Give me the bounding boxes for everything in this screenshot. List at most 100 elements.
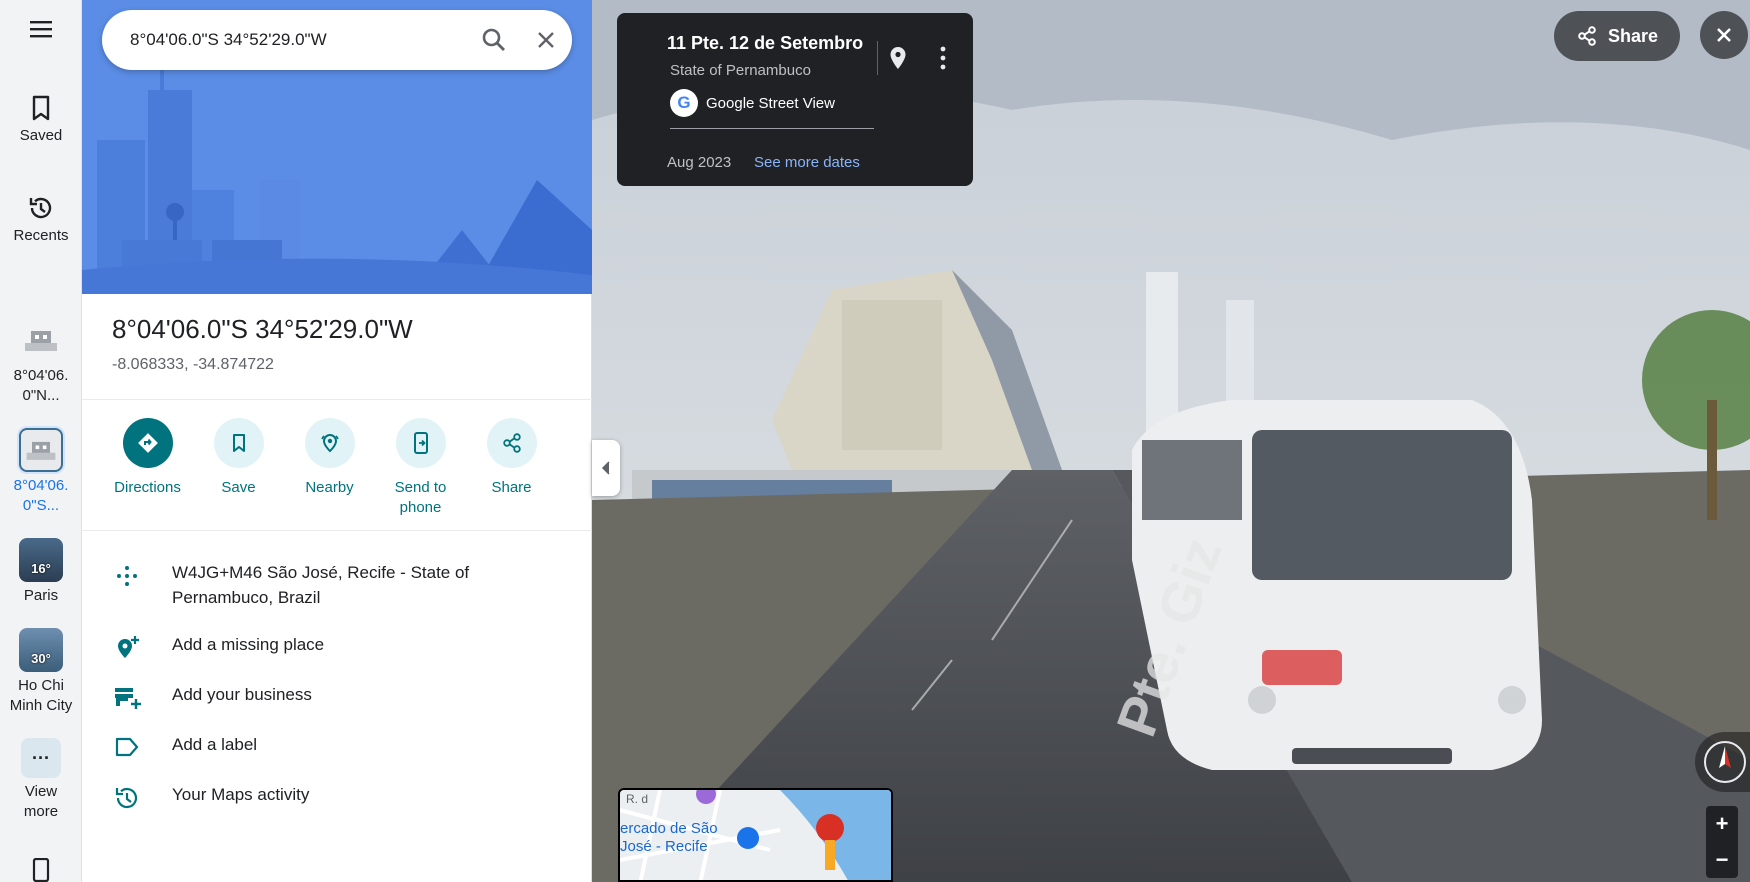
recent-item-label: Ho Chi Minh City xyxy=(9,677,73,714)
phone-button[interactable] xyxy=(0,858,82,882)
recent-item-ho-chi-minh[interactable]: 30° Ho Chi Minh City xyxy=(0,628,82,716)
recent-item[interactable]: 8°04'06. 0"N... xyxy=(0,318,82,406)
nearby-icon xyxy=(320,433,339,453)
building-icon xyxy=(25,331,57,351)
add-business-icon xyxy=(82,682,172,712)
recent-item-label: Paris xyxy=(23,587,59,604)
plus-code-icon xyxy=(82,560,172,590)
compass-button[interactable] xyxy=(1695,732,1750,792)
share-button[interactable]: Share xyxy=(466,418,557,518)
hamburger-icon xyxy=(30,21,52,38)
recent-item-paris[interactable]: 16° Paris xyxy=(0,538,82,606)
saved-button[interactable]: Saved xyxy=(0,94,82,146)
add-business-row[interactable]: Add your business xyxy=(82,682,592,712)
recent-item-label: 8°04'06. 0"N... xyxy=(13,367,69,404)
send-to-phone-circle xyxy=(395,418,446,468)
add-label-row[interactable]: Add a label xyxy=(82,732,592,760)
close-icon xyxy=(538,32,554,48)
add-missing-place-row[interactable]: Add a missing place xyxy=(82,632,592,662)
action-label: Nearby xyxy=(305,479,354,496)
left-rail: Saved Recents 8°04'06. 0"N... 8°04'06. 0… xyxy=(0,0,82,882)
zoom-controls: + − xyxy=(1706,806,1738,878)
add-label-text: Add a label xyxy=(172,735,258,754)
history-icon xyxy=(82,782,172,812)
divider xyxy=(82,399,592,400)
directions-circle xyxy=(122,418,173,468)
divider xyxy=(82,530,592,531)
more-vert-icon xyxy=(940,46,946,70)
capture-date: Aug 2023 xyxy=(667,154,732,171)
maps-activity-row[interactable]: Your Maps activity xyxy=(82,782,592,812)
see-more-dates-link[interactable]: See more dates xyxy=(754,154,860,171)
mini-map[interactable]: ercado de São José - Recife R. d xyxy=(618,788,893,882)
recent-item-label: 8°04'06. 0"S... xyxy=(13,477,69,514)
street-view-title: 11 Pte. 12 de Setembro xyxy=(667,33,864,53)
chevron-left-icon xyxy=(601,461,610,475)
zoom-out-button[interactable]: − xyxy=(1706,842,1738,878)
add-missing-place-text: Add a missing place xyxy=(172,635,325,654)
history-icon xyxy=(29,197,52,219)
bookmark-icon xyxy=(32,95,50,121)
share-icon xyxy=(1578,26,1596,46)
directions-button[interactable]: Directions xyxy=(102,418,193,518)
saved-label: Saved xyxy=(19,127,63,144)
street-view-share-button[interactable]: Share xyxy=(1554,11,1680,61)
ho-chi-minh-thumbnail: 30° xyxy=(19,628,63,672)
action-label: Send to phone xyxy=(394,479,447,516)
building-icon xyxy=(26,441,56,460)
weather-badge: 30° xyxy=(31,651,51,666)
directions-icon xyxy=(137,433,158,453)
place-panel: 8°04'06.0"S 34°52'29.0"W 8°04'06.0"S 34°… xyxy=(82,0,592,882)
recents-button[interactable]: Recents xyxy=(0,194,82,246)
zoom-in-button[interactable]: + xyxy=(1706,806,1738,842)
maps-activity-text: Your Maps activity xyxy=(172,785,310,804)
hero-illustration: 8°04'06.0"S 34°52'29.0"W xyxy=(82,0,592,294)
more-icon: ··· xyxy=(21,738,61,778)
card-divider xyxy=(670,128,874,129)
nearby-button[interactable]: Nearby xyxy=(284,418,375,518)
collapse-panel-button[interactable] xyxy=(592,440,620,496)
menu-button[interactable] xyxy=(0,18,82,40)
paris-thumbnail: 16° xyxy=(19,538,63,582)
weather-badge: 16° xyxy=(31,561,51,576)
recent-item-active[interactable]: 8°04'06. 0"S... xyxy=(0,428,82,516)
view-more-label: View more xyxy=(23,783,59,820)
label-icon xyxy=(82,732,172,760)
action-label: Directions xyxy=(114,479,181,496)
recent-thumbnail xyxy=(19,318,63,362)
share-icon xyxy=(502,433,521,453)
nearby-circle xyxy=(304,418,355,468)
add-place-icon xyxy=(82,632,172,662)
phone-icon xyxy=(32,858,50,882)
close-street-view-button[interactable] xyxy=(1700,11,1748,59)
save-circle xyxy=(213,418,264,468)
compass-icon xyxy=(1704,741,1746,783)
location-pin-icon xyxy=(890,47,905,69)
plus-code-text: W4JG+M46 São José, Recife - State of Per… xyxy=(172,563,470,607)
mini-map-road-label: R. d xyxy=(626,792,649,806)
send-to-phone-button[interactable]: Send to phone xyxy=(375,418,466,518)
search-input[interactable]: 8°04'06.0"S 34°52'29.0"W xyxy=(130,30,468,50)
clear-search-button[interactable] xyxy=(520,14,572,66)
share-label: Share xyxy=(1607,25,1659,46)
more-options-button[interactable] xyxy=(937,45,949,75)
action-bar: Directions Save Nearby Send to phone Sha… xyxy=(102,418,572,518)
plus-code-row[interactable]: W4JG+M46 São José, Recife - State of Per… xyxy=(82,560,592,610)
add-business-text: Add your business xyxy=(172,685,312,704)
action-label: Share xyxy=(491,479,532,496)
mini-map-place-label: ercado de São José - Recife xyxy=(620,820,718,855)
provider-label: Google Street View xyxy=(706,94,835,112)
save-button[interactable]: Save xyxy=(193,418,284,518)
view-more-button[interactable]: ··· View more xyxy=(0,738,82,822)
search-box[interactable]: 8°04'06.0"S 34°52'29.0"W xyxy=(102,10,572,70)
search-button[interactable] xyxy=(468,14,520,66)
street-view-region: State of Pernambuco xyxy=(670,62,811,79)
share-circle xyxy=(486,418,537,468)
send-to-phone-icon xyxy=(413,432,428,454)
street-view-provider: G Google Street View xyxy=(670,89,835,117)
place-coordinates: -8.068333, -34.874722 xyxy=(112,356,274,373)
recents-label: Recents xyxy=(13,227,69,244)
bookmark-icon xyxy=(232,434,245,452)
show-on-map-button[interactable] xyxy=(877,41,907,75)
street-view-info-card: 11 Pte. 12 de Setembro State of Pernambu… xyxy=(617,13,973,186)
